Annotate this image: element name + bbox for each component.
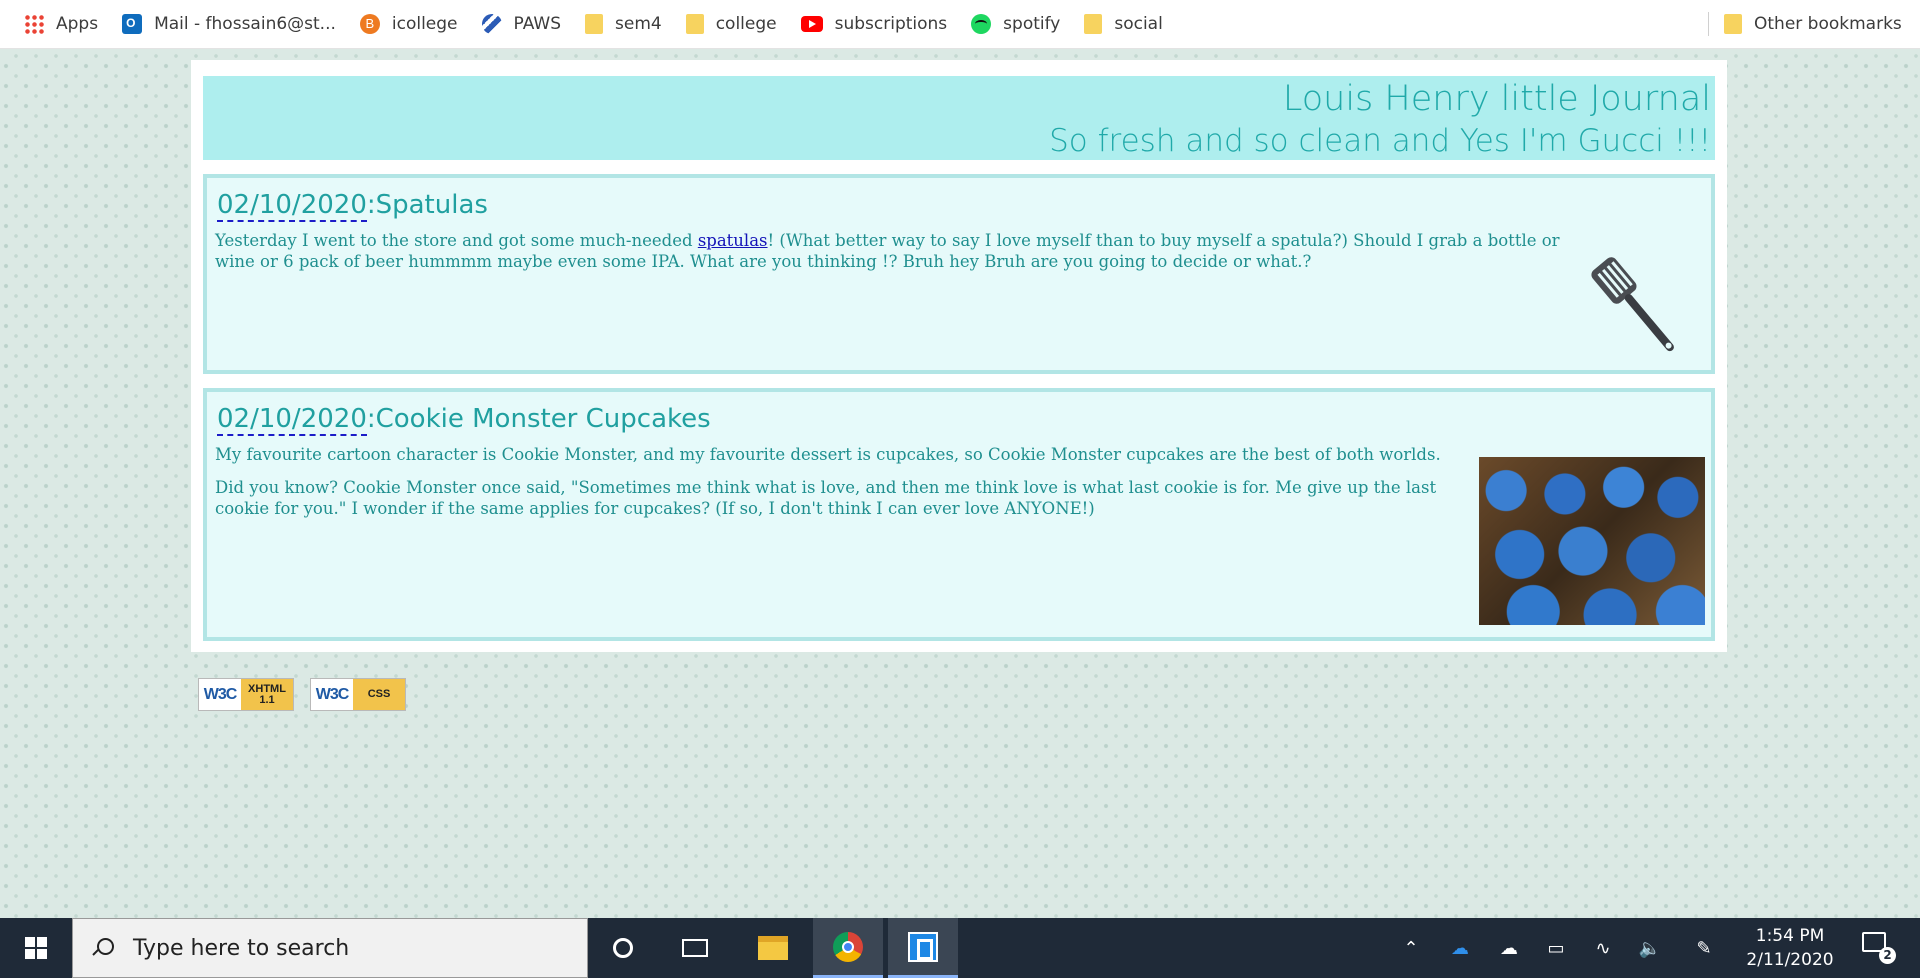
bookmarks-divider: [1708, 12, 1709, 36]
folder-icon: [1084, 14, 1103, 34]
spatula-image: [1591, 257, 1674, 352]
entry-paragraph: My favourite cartoon character is Cookie…: [215, 445, 1441, 464]
action-center-button[interactable]: 2: [1862, 932, 1896, 964]
folder-icon: [1724, 14, 1742, 34]
bookmark-subscriptions[interactable]: subscriptions: [795, 7, 960, 41]
spotify-icon: [971, 14, 992, 34]
bookmark-other[interactable]: Other bookmarks: [1718, 7, 1914, 41]
folder-icon: [585, 14, 603, 34]
cortana-button[interactable]: [588, 918, 658, 978]
icollege-icon: B: [359, 14, 380, 34]
journal-title: Louis Henry little Journal: [1282, 79, 1711, 119]
paws-icon: [481, 14, 502, 34]
brackets-button[interactable]: [888, 918, 958, 978]
folder-icon: [685, 14, 704, 34]
entry-date: 02/10/2020: [217, 190, 367, 222]
entry-date: 02/10/2020: [217, 404, 367, 436]
bookmark-sem4[interactable]: sem4: [579, 7, 674, 41]
cortana-icon: [613, 938, 633, 958]
taskbar-search-box[interactable]: Type here to search: [72, 918, 588, 978]
entry-paragraph: Did you know? Cookie Monster once said, …: [215, 478, 1437, 518]
journal-page: Louis Henry little Journal So fresh and …: [191, 60, 1727, 652]
folder-icon: [758, 936, 788, 960]
wifi-icon: ∿: [1595, 937, 1611, 959]
bookmark-spotify[interactable]: spotify: [965, 7, 1072, 41]
journal-entry-cupcakes: 02/10/2020:Cookie Monster Cupcakes My fa…: [203, 388, 1715, 641]
cookie-monster-cupcakes-image: [1479, 457, 1705, 625]
youtube-icon: [800, 16, 823, 32]
bookmark-paws[interactable]: PAWS: [476, 7, 573, 41]
notification-count: 2: [1879, 947, 1896, 964]
bookmark-label: Other bookmarks: [1754, 14, 1902, 34]
show-hidden-icons-button[interactable]: ⌃: [1392, 918, 1430, 978]
badge-w3c: W3C: [203, 685, 238, 703]
brackets-icon: [908, 931, 938, 962]
journal-header: Louis Henry little Journal So fresh and …: [203, 76, 1715, 160]
bookmark-label: icollege: [391, 14, 458, 34]
spatulas-link[interactable]: spatulas: [698, 231, 768, 250]
clock-date: 2/11/2020: [1746, 950, 1834, 970]
start-button[interactable]: [0, 918, 72, 978]
badge-w3c: W3C: [315, 685, 350, 703]
badge-kind: XHTML 1.1: [241, 679, 293, 710]
chrome-icon: [833, 931, 863, 962]
onedrive-personal-button[interactable]: ☁: [1490, 918, 1528, 978]
windows-taskbar: Type here to search ⌃ ☁ ☁ ▭ ∿ 🔈 ✎ 1:54 P…: [0, 918, 1920, 978]
bookmark-label: spotify: [1003, 14, 1061, 34]
bookmark-label: subscriptions: [834, 14, 948, 34]
bookmark-college[interactable]: college: [680, 7, 789, 41]
bookmark-mail[interactable]: Mail - fhossain6@st...: [116, 7, 348, 41]
pen-workspace-button[interactable]: ✎: [1685, 918, 1723, 978]
bookmark-label: Apps: [56, 14, 99, 34]
cloud-icon: ☁: [1500, 937, 1518, 959]
bookmark-label: sem4: [615, 14, 662, 34]
battery-icon: ▭: [1547, 937, 1565, 959]
network-button[interactable]: ∿: [1584, 918, 1622, 978]
bookmark-label: PAWS: [513, 14, 561, 34]
journal-subtitle: So fresh and so clean and Yes I'm Gucci …: [1049, 123, 1711, 159]
bookmark-apps[interactable]: Apps: [18, 7, 110, 41]
chrome-button[interactable]: [813, 918, 883, 978]
volume-button[interactable]: 🔈: [1631, 918, 1669, 978]
onedrive-button[interactable]: ☁: [1441, 918, 1479, 978]
bookmark-social[interactable]: social: [1078, 7, 1174, 41]
badge-kind: CSS: [353, 679, 405, 710]
bookmark-label: Mail - fhossain6@st...: [154, 14, 336, 34]
task-view-button[interactable]: [660, 918, 730, 978]
validation-badges: W3C XHTML 1.1 W3C CSS: [198, 678, 406, 711]
w3c-css-badge[interactable]: W3C CSS: [310, 678, 406, 711]
entry-title: :Cookie Monster Cupcakes: [366, 404, 711, 434]
entry-heading: 02/10/2020:Spatulas: [217, 190, 1703, 222]
search-icon: [93, 938, 114, 958]
speaker-icon: 🔈: [1638, 937, 1662, 959]
clock-time: 1:54 PM: [1755, 926, 1825, 946]
bookmarks-bar: Apps Mail - fhossain6@st... Bicollege PA…: [0, 0, 1920, 49]
system-clock[interactable]: 1:54 PM 2/11/2020: [1735, 924, 1845, 972]
outlook-icon: [122, 14, 143, 34]
search-placeholder: Type here to search: [133, 935, 350, 961]
pen-icon: ✎: [1696, 937, 1712, 959]
bookmark-icollege[interactable]: Bicollege: [354, 7, 470, 41]
entry-heading: 02/10/2020:Cookie Monster Cupcakes: [217, 404, 1703, 436]
entry-title: :Spatulas: [366, 190, 488, 220]
entry-paragraph: Yesterday I went to the store and got so…: [215, 230, 1560, 272]
bookmark-label: social: [1114, 14, 1163, 34]
battery-button[interactable]: ▭: [1537, 918, 1575, 978]
apps-grid-icon: [24, 14, 44, 34]
windows-logo-icon: [25, 937, 47, 959]
bookmark-label: college: [715, 14, 777, 34]
task-view-icon: [682, 939, 708, 957]
cloud-blue-icon: ☁: [1451, 937, 1469, 959]
file-explorer-button[interactable]: [738, 918, 808, 978]
w3c-xhtml-badge[interactable]: W3C XHTML 1.1: [198, 678, 294, 711]
chevron-up-icon: ⌃: [1403, 937, 1419, 959]
entry-text: Yesterday I went to the store and got so…: [215, 231, 698, 250]
journal-entry-spatulas: 02/10/2020:Spatulas Yesterday I went to …: [203, 174, 1715, 374]
